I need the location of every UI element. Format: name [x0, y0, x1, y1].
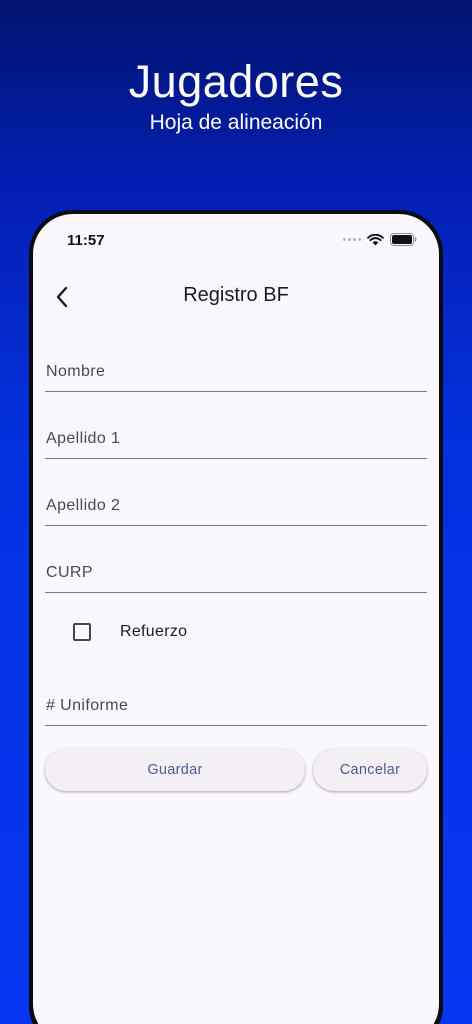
- nombre-input[interactable]: [45, 342, 427, 391]
- battery-icon: [390, 233, 417, 246]
- app-screen: 11:57 Registro BF Nombre Apellido 1 Apel…: [33, 214, 439, 1024]
- curp-field-container: [45, 543, 427, 593]
- wifi-icon: [367, 233, 384, 245]
- phone-frame: 11:57 Registro BF Nombre Apellido 1 Apel…: [29, 210, 443, 1024]
- cellular-signal-icon: [343, 238, 361, 241]
- apellido1-field-container: [45, 409, 427, 459]
- status-icons: [343, 233, 417, 246]
- curp-input[interactable]: [45, 543, 427, 592]
- save-button[interactable]: Guardar: [45, 749, 305, 791]
- page-title: Registro BF: [183, 284, 289, 306]
- refuerzo-checkbox[interactable]: [73, 623, 91, 641]
- uniforme-input[interactable]: [45, 676, 427, 725]
- status-bar: 11:57: [33, 214, 439, 262]
- promo-subtitle: Hoja de alineación: [149, 111, 323, 134]
- apellido1-input[interactable]: [45, 409, 427, 458]
- apellido2-field-container: [45, 476, 427, 526]
- uniforme-field-container: [45, 676, 427, 726]
- refuerzo-label[interactable]: Refuerzo: [120, 623, 187, 641]
- app-bar: Registro BF: [33, 274, 439, 318]
- apellido2-input[interactable]: [45, 476, 427, 525]
- refuerzo-row: Refuerzo: [73, 620, 187, 644]
- nombre-field-container: [45, 342, 427, 392]
- status-time: 11:57: [67, 232, 105, 249]
- cancel-button[interactable]: Cancelar: [313, 749, 427, 791]
- promo-title: Jugadores: [128, 56, 344, 107]
